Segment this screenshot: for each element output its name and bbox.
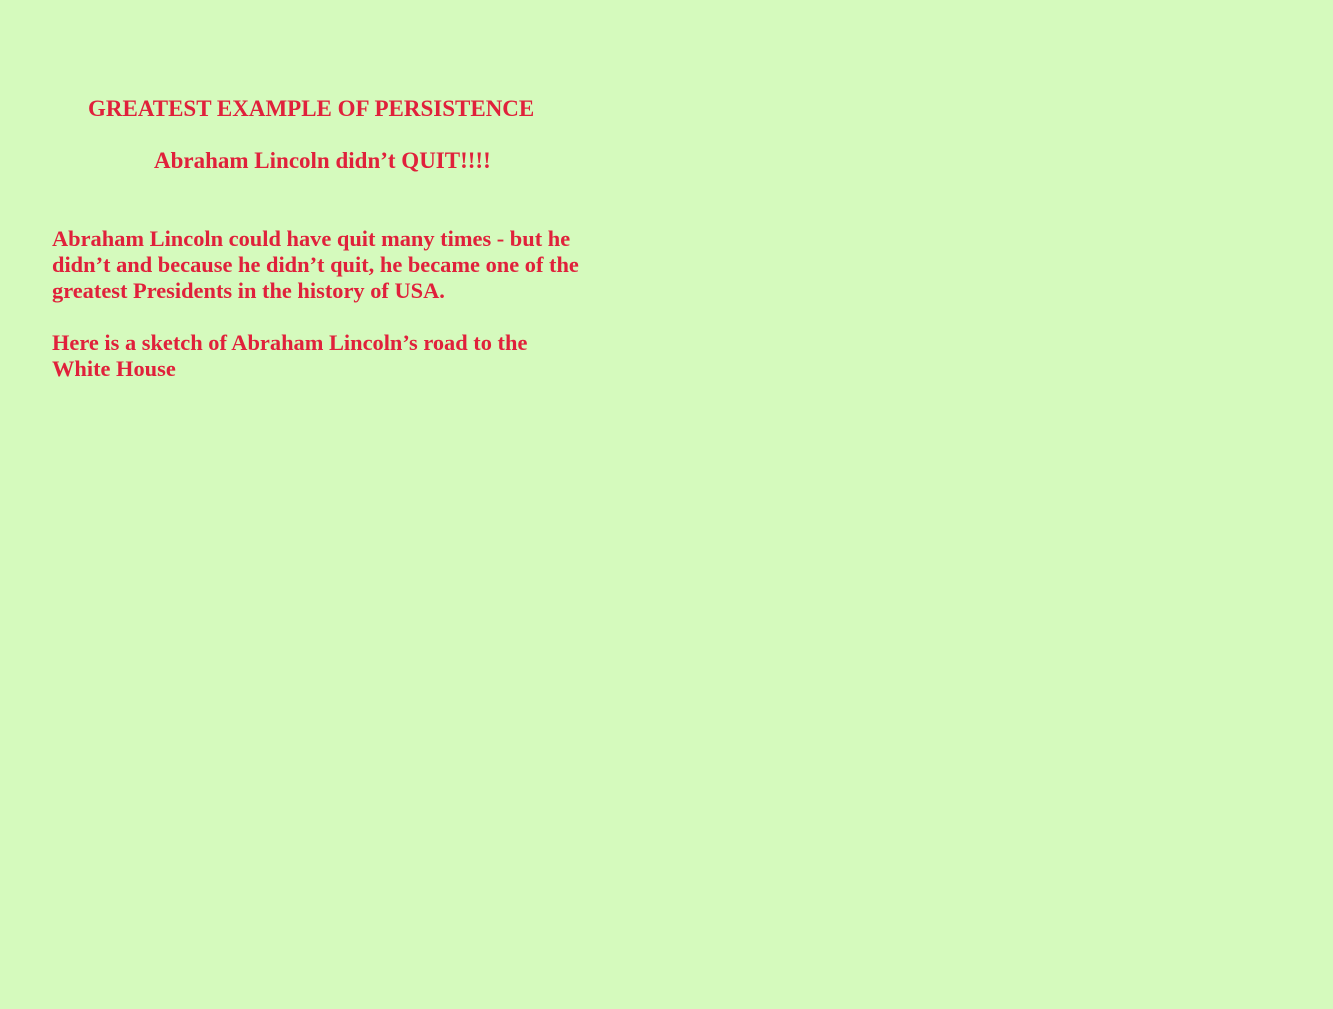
page-subtitle: Abraham Lincoln didn’t QUIT!!!! xyxy=(154,148,491,173)
document-body: GREATEST EXAMPLE OF PERSISTENCE Abraham … xyxy=(52,96,582,382)
intro-paragraph: Abraham Lincoln could have quit many tim… xyxy=(52,226,579,303)
page-title: GREATEST EXAMPLE OF PERSISTENCE xyxy=(88,96,535,121)
sketch-intro-paragraph: Here is a sketch of Abraham Lincoln’s ro… xyxy=(52,330,528,381)
